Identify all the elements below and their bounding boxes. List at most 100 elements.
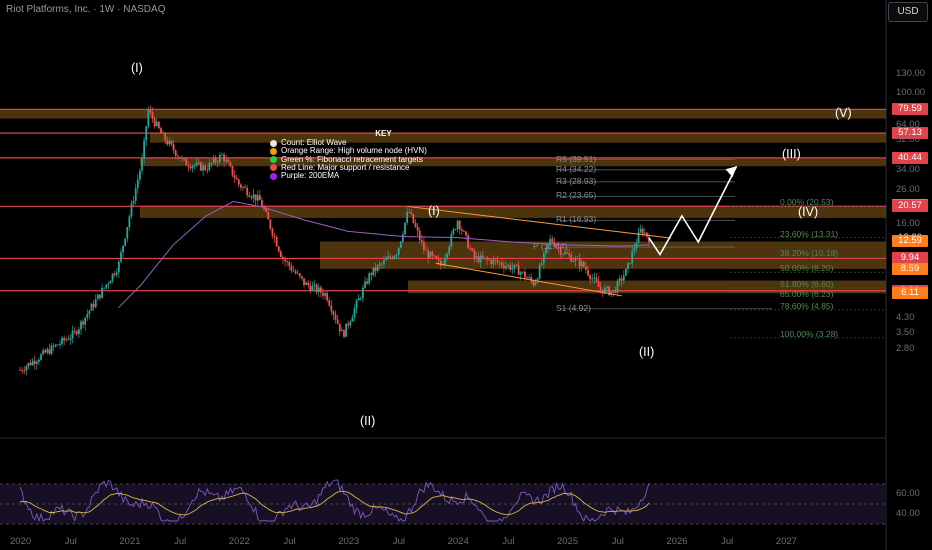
candle-body bbox=[250, 196, 253, 198]
candle-body bbox=[235, 178, 238, 180]
candle-body bbox=[597, 281, 600, 287]
candle-body bbox=[340, 330, 343, 332]
candle-body bbox=[193, 165, 196, 167]
candle-body bbox=[162, 133, 164, 134]
candle-body bbox=[383, 260, 385, 264]
candle-body bbox=[69, 338, 72, 340]
fib-label: 78.60% (4.85) bbox=[780, 300, 834, 311]
candle-body bbox=[225, 159, 228, 162]
price-tick: 16.00 bbox=[896, 218, 920, 230]
candle-body bbox=[473, 250, 476, 258]
candle-body bbox=[456, 220, 459, 230]
candle-body bbox=[492, 259, 495, 265]
candle-body bbox=[404, 222, 406, 235]
fib-label: 65.00% (6.23) bbox=[780, 288, 834, 299]
candle-body bbox=[427, 250, 430, 258]
price-tick: 3.50 bbox=[896, 327, 915, 339]
pivot-label: R2 (23.65) bbox=[556, 190, 597, 201]
candle-body bbox=[223, 154, 225, 162]
price-chart[interactable] bbox=[0, 0, 932, 550]
candle-body bbox=[195, 162, 198, 166]
legend-item: Purple: 200EMA bbox=[270, 171, 427, 180]
rsi-panel bbox=[0, 479, 886, 525]
time-tick: 2025 bbox=[557, 536, 579, 547]
candle-body bbox=[328, 300, 331, 306]
candle-body bbox=[80, 321, 82, 330]
candle-body bbox=[319, 287, 322, 293]
candle-body bbox=[643, 232, 646, 234]
candle-body bbox=[216, 161, 219, 163]
candle-body bbox=[261, 200, 263, 207]
candle-body bbox=[29, 362, 32, 366]
candle-body bbox=[269, 219, 272, 229]
candle-body bbox=[528, 277, 531, 278]
candle-body bbox=[448, 246, 451, 254]
candle-body bbox=[256, 195, 259, 201]
time-tick: Jul bbox=[611, 536, 624, 547]
candle-body bbox=[27, 362, 30, 367]
candle-body bbox=[307, 282, 310, 286]
candle-body bbox=[532, 280, 535, 286]
candle-body bbox=[120, 252, 122, 262]
candle-body bbox=[452, 229, 455, 235]
candle-body bbox=[52, 345, 55, 347]
candle-body bbox=[620, 278, 623, 281]
candle-body bbox=[23, 370, 26, 372]
candle-body bbox=[425, 249, 427, 251]
candle-body bbox=[355, 300, 358, 309]
candle-body bbox=[94, 299, 97, 307]
candle-body bbox=[580, 261, 583, 267]
candle-body bbox=[311, 285, 314, 291]
fib-label: 0.00% (20.53) bbox=[780, 197, 834, 208]
candle-body bbox=[479, 255, 482, 263]
candle-body bbox=[231, 166, 234, 176]
candle-body bbox=[242, 186, 244, 188]
candle-body bbox=[71, 330, 74, 339]
candle-body bbox=[149, 110, 152, 113]
candle-body bbox=[505, 266, 507, 269]
time-tick: 2026 bbox=[666, 536, 688, 547]
candle-body bbox=[218, 155, 221, 163]
candle-body bbox=[46, 349, 49, 353]
candle-body bbox=[286, 261, 289, 263]
legend-dot-icon bbox=[270, 148, 277, 155]
wave-label: (II) bbox=[360, 414, 376, 428]
candle-body bbox=[48, 349, 51, 354]
candle-body bbox=[370, 273, 373, 276]
candle-body bbox=[134, 188, 137, 201]
legend-dot-icon bbox=[270, 164, 277, 172]
candle-body bbox=[450, 234, 453, 247]
hvn-zone bbox=[0, 109, 886, 119]
candle-body bbox=[494, 259, 497, 261]
candle-body bbox=[109, 281, 112, 284]
candle-body bbox=[298, 273, 301, 277]
candle-body bbox=[282, 257, 284, 260]
candle-body bbox=[84, 317, 87, 325]
candle-body bbox=[366, 281, 369, 284]
candle-body bbox=[336, 319, 339, 324]
legend-dot-icon bbox=[270, 139, 277, 147]
candle-body bbox=[141, 158, 143, 171]
candle-body bbox=[566, 252, 568, 254]
candle-body bbox=[389, 256, 392, 258]
candle-body bbox=[631, 251, 634, 264]
candle-body bbox=[174, 150, 177, 156]
candle-body bbox=[587, 269, 589, 276]
candle-body bbox=[305, 282, 308, 285]
candle-body bbox=[166, 140, 169, 145]
candle-body bbox=[151, 112, 154, 119]
candle-body bbox=[96, 294, 99, 300]
currency-button[interactable]: USD bbox=[888, 2, 928, 22]
candle-body bbox=[113, 273, 116, 275]
candle-body bbox=[585, 266, 587, 270]
candle-body bbox=[204, 165, 207, 170]
candle-body bbox=[410, 212, 413, 215]
candle-body bbox=[589, 275, 592, 280]
candle-body bbox=[627, 263, 629, 269]
candle-body bbox=[484, 257, 486, 259]
candle-body bbox=[82, 321, 85, 325]
time-tick: 2024 bbox=[447, 536, 469, 547]
candle-body bbox=[593, 277, 596, 279]
candle-body bbox=[267, 211, 270, 220]
price-tag: 79.59 bbox=[892, 103, 928, 116]
